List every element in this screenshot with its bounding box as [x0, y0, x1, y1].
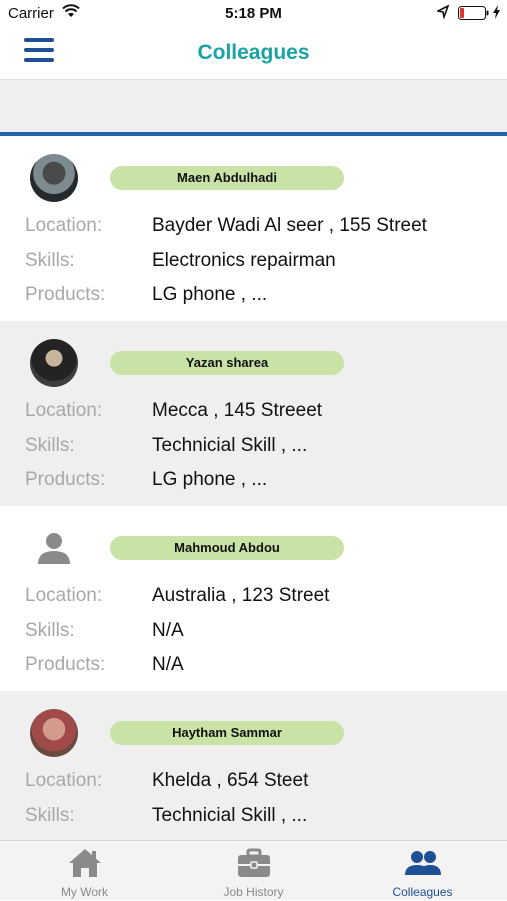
home-icon [67, 847, 103, 884]
page-title: Colleagues [197, 41, 310, 64]
colleague-card[interactable]: Haytham Sammar Location: Khelda , 654 Ste… [0, 691, 507, 840]
location-label: Location: [25, 215, 103, 236]
avatar [30, 709, 78, 757]
tab-label: My Work [60, 885, 109, 899]
tab-job-history[interactable]: Job History [169, 841, 338, 901]
colleague-card[interactable]: Maen Abdulhadi Location: Bayder Wadi Al s… [0, 136, 507, 321]
colleague-name: Haytham Sammar [110, 721, 344, 745]
briefcase-icon [236, 847, 272, 884]
person-placeholder-icon [30, 524, 78, 572]
location-value: Bayder Wadi Al seer , 155 Street [152, 215, 427, 236]
skills-label: Skills: [25, 435, 75, 456]
tab-label: Colleagues [392, 885, 453, 899]
tab-my-work[interactable]: My Work [0, 841, 169, 901]
skills-value: Technicial Skill , ... [152, 435, 308, 456]
people-icon [404, 847, 442, 884]
colleagues-list[interactable]: Maen Abdulhadi Location: Bayder Wadi Al s… [0, 136, 507, 840]
products-value: LG phone , ... [152, 469, 268, 490]
avatar [30, 154, 78, 202]
tab-bar: My Work Job History Colleagues [0, 840, 507, 900]
status-bar: Carrier 5:18 PM [0, 0, 507, 28]
location-label: Location: [25, 400, 103, 421]
products-label: Products: [25, 284, 106, 305]
tab-colleagues[interactable]: Colleagues [338, 841, 507, 901]
skills-label: Skills: [25, 805, 75, 826]
colleague-name: Maen Abdulhadi [110, 166, 344, 190]
colleague-card[interactable]: Mahmoud Abdou Location: Australia , 123 S… [0, 506, 507, 691]
location-arrow-icon [435, 4, 450, 23]
avatar [30, 339, 78, 387]
colleague-name: Mahmoud Abdou [110, 536, 344, 560]
skills-label: Skills: [25, 620, 75, 641]
location-value: Khelda , 654 Steet [152, 770, 309, 791]
products-value: N/A [152, 654, 184, 675]
products-label: Products: [25, 469, 106, 490]
skills-value: Technicial Skill , ... [152, 805, 308, 826]
skills-value: N/A [152, 620, 184, 641]
skills-value: Electronics repairman [152, 250, 336, 271]
status-time: 5:18 PM [225, 5, 282, 22]
search-area[interactable] [0, 80, 507, 134]
colleague-card[interactable]: Yazan sharea Location: Mecca , 145 Streee… [0, 321, 507, 506]
products-value: LG phone , ... [152, 284, 268, 305]
products-label: Products: [25, 654, 106, 675]
colleague-name: Yazan sharea [110, 351, 344, 375]
location-value: Australia , 123 Street [152, 585, 330, 606]
tab-label: Job History [223, 885, 284, 899]
location-value: Mecca , 145 Streeet [152, 400, 323, 421]
skills-label: Skills: [25, 250, 75, 271]
navigation-bar: Colleagues [0, 28, 507, 80]
charging-bolt-icon [492, 5, 501, 23]
battery-icon [458, 6, 490, 24]
location-label: Location: [25, 770, 103, 791]
location-label: Location: [25, 585, 103, 606]
